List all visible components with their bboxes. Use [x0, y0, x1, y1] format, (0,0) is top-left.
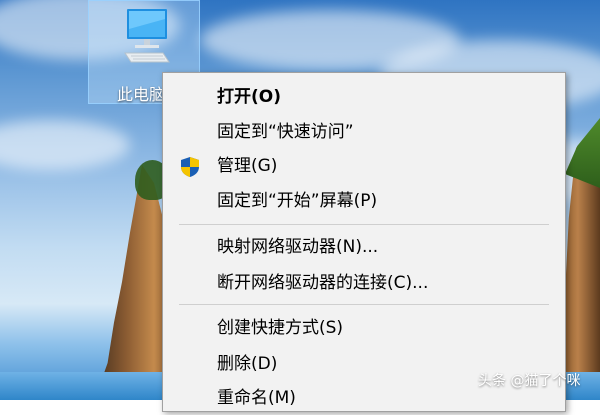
menu-item-manage[interactable]: 管理(G): [163, 149, 565, 183]
menu-item-pin-start[interactable]: 固定到“开始”屏幕(P): [163, 184, 565, 218]
menu-item-label: 映射网络驱动器(N)...: [217, 237, 379, 257]
menu-item-label: 固定到“开始”屏幕(P): [217, 191, 378, 211]
menu-item-label: 创建快捷方式(S): [217, 318, 344, 338]
computer-icon: [124, 9, 170, 63]
menu-item-label: 重命名(M): [217, 388, 296, 408]
menu-item-open[interactable]: 打开(O): [163, 80, 565, 114]
menu-item-pin-quick-access[interactable]: 固定到“快速访问”: [163, 115, 565, 149]
menu-item-label: 删除(D): [217, 354, 278, 374]
watermark: 头条 @猫了个咪: [478, 373, 581, 389]
menu-item-map-network-drive[interactable]: 映射网络驱动器(N)...: [163, 230, 565, 264]
context-menu: 打开(O) 固定到“快速访问” 管理(G) 固定到“开始”屏幕(P) 映射网络驱…: [162, 72, 566, 412]
menu-item-label: 断开网络驱动器的连接(C)...: [217, 273, 429, 293]
menu-separator: [179, 304, 549, 305]
uac-shield-icon: [181, 157, 199, 177]
menu-separator: [179, 224, 549, 225]
menu-item-label: 管理(G): [217, 156, 278, 176]
menu-item-create-shortcut[interactable]: 创建快捷方式(S): [163, 311, 565, 345]
menu-item-disconnect-network-drive[interactable]: 断开网络驱动器的连接(C)...: [163, 266, 565, 300]
menu-item-label: 固定到“快速访问”: [217, 122, 354, 142]
menu-item-label: 打开(O): [217, 87, 281, 107]
